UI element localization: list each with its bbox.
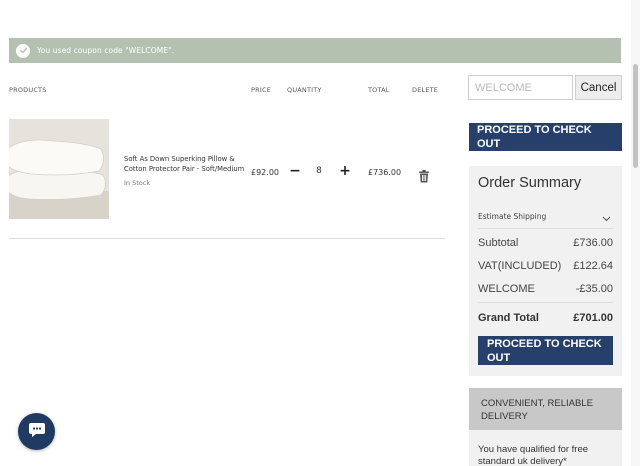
chevron-down-icon[interactable] [602, 208, 611, 222]
quantity-value[interactable]: 8 [312, 166, 326, 176]
quantity-decrease-button[interactable]: − [288, 162, 302, 180]
coupon-success-banner: You used coupon code "WELCOME". [9, 38, 621, 63]
chat-bubble-icon [28, 422, 46, 442]
vat-row: VAT(INCLUDED) £122.64 [478, 260, 613, 272]
discount-row: WELCOME -£35.00 [478, 283, 613, 295]
check-circle-icon [16, 43, 30, 58]
summary-divider [478, 302, 613, 303]
subtotal-value: £736.00 [573, 237, 613, 249]
header-quantity: QUANTITY [287, 86, 322, 94]
header-products: PRODUCTS [9, 86, 47, 94]
product-image[interactable] [9, 119, 109, 219]
coupon-code-input[interactable] [468, 75, 573, 100]
header-total: TOTAL [368, 86, 390, 94]
banner-message: You used coupon code "WELCOME". [37, 46, 175, 55]
item-price: £92.00 [251, 168, 279, 177]
product-name[interactable]: Soft As Down Superking Pillow & Cotton P… [124, 154, 249, 174]
estimate-shipping-toggle[interactable]: Estimate Shipping [478, 212, 546, 221]
discount-value: -£35.00 [575, 283, 613, 295]
grand-total-row: Grand Total £701.00 [478, 312, 613, 324]
discount-label: WELCOME [478, 283, 535, 295]
header-price: PRICE [251, 86, 271, 94]
grand-total-label: Grand Total [478, 312, 539, 324]
header-delete: DELETE [412, 86, 439, 94]
grand-total-value: £701.00 [573, 312, 613, 324]
quantity-increase-button[interactable]: + [338, 162, 352, 180]
subtotal-label: Subtotal [478, 237, 519, 249]
item-total: £736.00 [368, 168, 402, 177]
summary-divider [478, 228, 613, 229]
vat-label: VAT(INCLUDED) [478, 260, 562, 272]
scrollbar-thumb[interactable] [633, 64, 638, 168]
stock-status: In Stock [124, 179, 151, 187]
delivery-heading: CONVENIENT, RELIABLE DELIVERY [469, 388, 622, 430]
order-summary-title: Order Summary [478, 175, 582, 191]
free-delivery-message: You have qualified for free standard uk … [469, 430, 622, 466]
row-divider [9, 238, 445, 239]
vat-value: £122.64 [573, 260, 613, 272]
chat-launcher-button[interactable] [18, 413, 55, 450]
subtotal-row: Subtotal £736.00 [478, 237, 613, 249]
trash-icon[interactable] [418, 168, 430, 183]
proceed-to-checkout-button-top[interactable]: PROCEED TO CHECK OUT [469, 123, 622, 151]
proceed-to-checkout-button[interactable]: PROCEED TO CHECK OUT [478, 336, 613, 365]
cancel-coupon-button[interactable]: Cancel [575, 75, 622, 100]
